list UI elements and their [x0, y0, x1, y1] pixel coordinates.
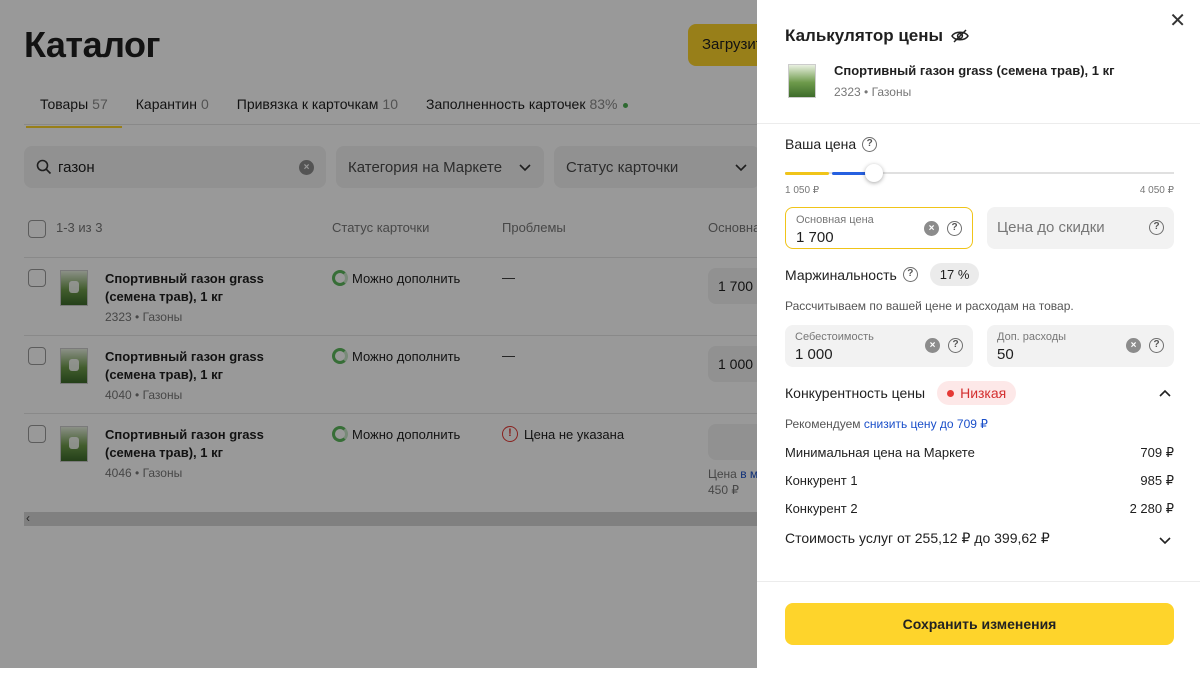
- margin-badge: 17 %: [929, 263, 980, 286]
- help-icon[interactable]: ?: [1149, 220, 1164, 235]
- competitor-label: Конкурент 1: [785, 473, 858, 488]
- help-icon[interactable]: ?: [947, 221, 962, 236]
- help-icon[interactable]: ?: [948, 338, 963, 353]
- cost-field[interactable]: Себестоимость 1 000 ×?: [785, 325, 973, 367]
- price-slider-handle[interactable]: [865, 164, 883, 182]
- competitiveness-label: Конкурентность цены: [785, 385, 926, 401]
- slider-max-label: 4 050 ₽: [1139, 185, 1174, 196]
- clear-icon[interactable]: ×: [924, 221, 939, 236]
- recommend-prefix: Рекомендуем: [785, 417, 861, 431]
- margin-note: Рассчитываем по вашей цене и расходам на…: [785, 299, 1074, 313]
- recommendation: Рекомендуем снизить цену до 709 ₽: [785, 417, 988, 431]
- price-slider-range-low: [785, 172, 829, 175]
- product-sku: 2323 • Газоны: [834, 85, 912, 99]
- competitor-row: Конкурент 1 985 ₽: [785, 473, 1174, 489]
- competitor-row: Конкурент 2 2 280 ₽: [785, 501, 1174, 517]
- competitor-label: Конкурент 2: [785, 501, 858, 516]
- help-icon[interactable]: ?: [902, 267, 918, 282]
- margin-row: Маржинальность? 17 %: [785, 263, 980, 286]
- competitor-value: 709 ₽: [1140, 445, 1174, 460]
- base-price-field[interactable]: Основная цена 1 700 ×?: [785, 207, 973, 249]
- close-icon[interactable]: ✕: [1169, 8, 1186, 33]
- competitor-value: 985 ₽: [1140, 473, 1174, 488]
- product-name: Спортивный газон grass (семена трав), 1 …: [834, 63, 1115, 78]
- your-price-text: Ваша цена: [785, 136, 857, 152]
- clear-icon[interactable]: ×: [925, 338, 940, 353]
- price-before-discount-placeholder: Цена до скидки: [997, 219, 1105, 236]
- divider: [757, 123, 1200, 124]
- modal-overlay[interactable]: [0, 0, 757, 668]
- competitor-row: Минимальная цена на Маркете 709 ₽: [785, 445, 1174, 461]
- clear-icon[interactable]: ×: [1126, 338, 1141, 353]
- competitor-label: Минимальная цена на Маркете: [785, 445, 975, 460]
- product-image: [788, 64, 816, 98]
- your-price-label: Ваша цена?: [785, 136, 878, 152]
- competitor-value: 2 280 ₽: [1129, 501, 1174, 516]
- status-dot-icon: [947, 389, 955, 397]
- competitiveness-badge: Низкая: [937, 381, 1017, 405]
- competitiveness-row[interactable]: Конкурентность цены Низкая: [785, 381, 1017, 405]
- divider: [757, 581, 1200, 582]
- price-before-discount-field[interactable]: Цена до скидки ?: [987, 207, 1174, 249]
- extra-costs-field[interactable]: Доп. расходы 50 ×?: [987, 325, 1174, 367]
- save-button[interactable]: Сохранить изменения: [785, 603, 1174, 645]
- help-icon[interactable]: ?: [1149, 338, 1164, 353]
- help-icon[interactable]: ?: [862, 136, 878, 152]
- services-cost-toggle[interactable]: Стоимость услуг от 255,12 ₽ до 399,62 ₽: [785, 530, 1050, 547]
- panel-title: Калькулятор цены: [785, 26, 969, 46]
- chevron-down-icon[interactable]: [1158, 533, 1172, 547]
- slider-min-label: 1 050 ₽: [785, 185, 820, 196]
- panel-title-text: Калькулятор цены: [785, 26, 944, 45]
- margin-label: Маржинальность: [785, 266, 897, 283]
- eye-off-icon[interactable]: [951, 29, 969, 43]
- competitiveness-value: Низкая: [960, 385, 1007, 401]
- recommend-link[interactable]: снизить цену до 709 ₽: [864, 417, 988, 431]
- chevron-up-icon[interactable]: [1158, 387, 1172, 401]
- price-calculator-panel: ✕ Калькулятор цены Спортивный газон gras…: [757, 0, 1200, 668]
